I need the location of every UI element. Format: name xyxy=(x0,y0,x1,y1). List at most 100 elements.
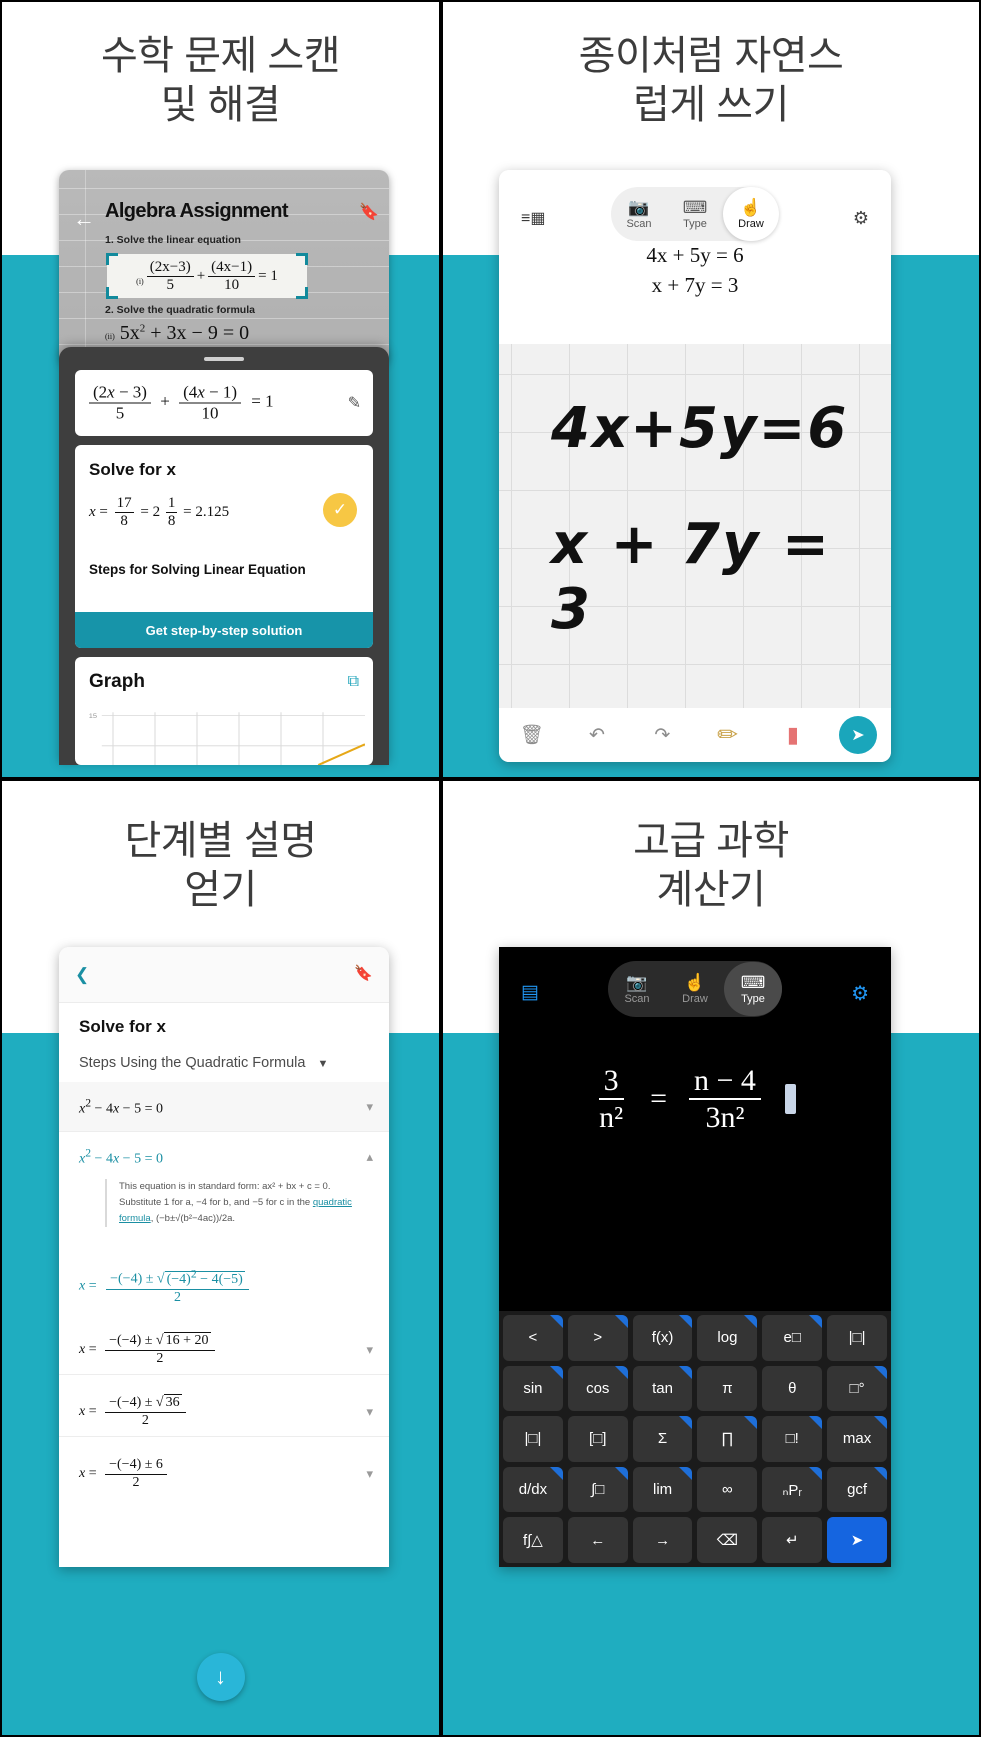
key-summation[interactable]: Σ xyxy=(632,1416,693,1462)
trash-icon[interactable]: 🗑 xyxy=(499,723,564,747)
key-log[interactable]: log xyxy=(697,1315,758,1361)
scan-question-2: 2. Solve the quadratic formula xyxy=(105,304,255,316)
mode-type-button[interactable]: ⌨ Type xyxy=(724,962,782,1016)
graph-title: Graph xyxy=(89,671,145,692)
graph-card: Graph ⧉ 15 xyxy=(75,657,373,766)
mode-scan-label: Scan xyxy=(626,217,652,230)
mode-scan-button[interactable]: 📷 Scan xyxy=(608,961,666,1017)
key-integral[interactable]: ∫□ xyxy=(567,1466,628,1513)
step-equation-2: x2 − 4x − 5 = 0 xyxy=(79,1146,163,1167)
key-arrow-right[interactable]: → xyxy=(632,1517,693,1563)
mode-switcher: 📷 Scan ☝ Draw ⌨ Type xyxy=(608,961,782,1017)
mode-type-label: Type xyxy=(683,217,707,230)
left-denominator: n² xyxy=(599,1101,624,1134)
undo-icon[interactable]: ↶ xyxy=(564,724,629,747)
key-limit[interactable]: lim xyxy=(632,1466,693,1513)
eraser-tool-icon[interactable]: ▮ xyxy=(760,722,825,748)
key-gcf[interactable]: gcf xyxy=(827,1466,887,1513)
mode-type-label: Type xyxy=(741,992,765,1005)
redo-icon[interactable]: ↷ xyxy=(630,724,695,747)
key-theta[interactable]: θ xyxy=(762,1365,823,1412)
camera-icon: 📷 xyxy=(628,197,650,217)
pencil-tool-icon[interactable]: ✏ xyxy=(695,720,760,750)
list-icon[interactable]: ≡▦ xyxy=(521,208,545,228)
back-chevron-icon[interactable]: ❮ xyxy=(75,965,89,985)
mode-draw-button[interactable]: ☝ Draw xyxy=(723,187,779,241)
key-greater-than[interactable]: > xyxy=(567,1315,628,1361)
handwritten-equation-1: 4x+5y=6 xyxy=(551,396,849,461)
check-circle-icon[interactable]: ✓ xyxy=(323,493,357,527)
panel-calculator: 고급 과학 계산기 ▤ ⚙ 📷 Scan ☝ Draw ⌨ Type 3 n² … xyxy=(441,779,981,1737)
left-numerator: 3 xyxy=(598,1064,624,1100)
mode-draw-label: Draw xyxy=(682,992,708,1005)
gear-icon[interactable]: ⚙ xyxy=(853,208,869,229)
key-absolute-value[interactable]: |□| xyxy=(827,1315,887,1361)
draw-screen: ≡▦ ⚙ 📷 Scan ⌨ Type ☝ Draw 4x + 5y = 6 x … xyxy=(499,170,891,762)
explanation-part-1: This equation is in standard form: ax² +… xyxy=(119,1181,331,1209)
key-submit[interactable]: ➤ xyxy=(827,1517,887,1563)
chevron-down-icon: ▾ xyxy=(366,1466,373,1481)
step-row-5[interactable]: x = −(−4) ± √ 36 2 ▾ xyxy=(59,1387,389,1437)
step-row-2[interactable]: x2 − 4x − 5 = 0 ▴ xyxy=(59,1132,389,1182)
key-degree[interactable]: □° xyxy=(827,1365,887,1412)
calculator-expression[interactable]: 3 n² = n − 4 3n² xyxy=(499,1043,891,1155)
key-arrow-left[interactable]: ← xyxy=(567,1517,628,1563)
list-icon[interactable]: ▤ xyxy=(521,981,539,1004)
key-abs-bracket[interactable]: |□| xyxy=(503,1416,563,1462)
chevron-down-icon: ▾ xyxy=(366,1341,373,1357)
graph-preview[interactable]: 15 xyxy=(85,709,366,766)
send-icon[interactable]: ➤ xyxy=(839,716,877,754)
key-permutation[interactable]: ₙPᵣ xyxy=(762,1466,823,1513)
step-explanation: This equation is in standard form: ax² +… xyxy=(105,1179,371,1228)
panel-draw: 종이처럼 자연스 럽게 쓰기 ≡▦ ⚙ 📷 Scan ⌨ Type ☝ Draw… xyxy=(441,0,981,779)
step-row-1[interactable]: x2 − 4x − 5 = 0 ▾ xyxy=(59,1082,389,1132)
bookmark-icon[interactable]: 🔖 xyxy=(354,964,373,982)
step-row-4[interactable]: x = −(−4) ± √ 16 + 20 2 ▾ xyxy=(59,1325,389,1375)
key-enter[interactable]: ↵ xyxy=(762,1517,823,1563)
key-tan[interactable]: tan xyxy=(632,1365,693,1412)
expand-icon[interactable]: ⧉ xyxy=(348,673,359,691)
solve-for-x-title: Solve for x xyxy=(89,460,176,479)
mode-scan-button[interactable]: 📷 Scan xyxy=(611,187,667,241)
pencil-icon[interactable]: ✎ xyxy=(348,393,361,413)
key-function[interactable]: f(x) xyxy=(632,1315,693,1361)
key-derivative[interactable]: d/dx xyxy=(503,1466,563,1513)
sheet-drag-handle[interactable] xyxy=(204,357,244,361)
key-cos[interactable]: cos xyxy=(567,1365,628,1412)
chevron-down-icon: ▼ xyxy=(317,1058,329,1070)
camera-icon: 📷 xyxy=(626,972,648,992)
scan-question-1: 1. Solve the linear equation xyxy=(105,234,241,246)
gear-icon[interactable]: ⚙ xyxy=(851,981,869,1006)
get-step-by-step-solution-button[interactable]: Get step-by-step solution xyxy=(75,612,373,648)
key-more-functions[interactable]: f∫△ xyxy=(503,1517,563,1563)
scanned-worksheet-image: ← Algebra Assignment 🔖 1. Solve the line… xyxy=(59,170,389,365)
key-product[interactable]: ∏ xyxy=(697,1416,758,1462)
scan-bookmark-icon[interactable]: 🔖 xyxy=(359,202,379,222)
key-square-bracket[interactable]: [□] xyxy=(567,1416,628,1462)
key-pi[interactable]: π xyxy=(697,1365,758,1412)
method-selector[interactable]: Steps Using the Quadratic Formula ▼ xyxy=(79,1055,328,1071)
scan-back-icon[interactable]: ← xyxy=(73,208,95,230)
panel-scan-headline: 수학 문제 스캔 및 해결 xyxy=(2,32,439,130)
step-row-6[interactable]: x = −(−4) ± 6 2 ▾ xyxy=(59,1449,389,1499)
svg-text:15: 15 xyxy=(89,713,97,719)
key-exponential[interactable]: e□ xyxy=(762,1315,823,1361)
key-infinity[interactable]: ∞ xyxy=(697,1466,758,1513)
mode-type-button[interactable]: ⌨ Type xyxy=(667,187,723,241)
key-backspace[interactable]: ⌫ xyxy=(697,1517,758,1563)
key-sin[interactable]: sin xyxy=(503,1365,563,1412)
method-label: Steps Using the Quadratic Formula xyxy=(79,1055,306,1071)
scroll-down-fab[interactable]: ↓ xyxy=(196,1653,245,1701)
keyboard-icon: ⌨ xyxy=(740,972,766,992)
key-max[interactable]: max xyxy=(827,1416,887,1462)
headline-line-2: 및 해결 xyxy=(160,82,281,127)
key-less-than[interactable]: < xyxy=(503,1315,563,1361)
drawing-canvas[interactable]: 4x+5y=6 x + 7y = 3 xyxy=(499,344,891,708)
panel-steps: 단계별 설명 얻기 ❮ 🔖 Solve for x Steps Using th… xyxy=(0,779,441,1737)
math-keyboard: < > f(x) log e□ |□| sin cos tan π θ □° |… xyxy=(499,1311,891,1567)
input-equation-card[interactable]: (2x − 3) 5 + (4x − 1) 10 = 1 ✎ xyxy=(75,370,373,436)
input-equation: (2x − 3) 5 + (4x − 1) 10 = 1 xyxy=(89,383,274,424)
keyboard-row-3: |□| [□] Σ ∏ □! max xyxy=(503,1416,887,1462)
mode-draw-button[interactable]: ☝ Draw xyxy=(666,961,724,1017)
key-factorial[interactable]: □! xyxy=(762,1416,823,1462)
